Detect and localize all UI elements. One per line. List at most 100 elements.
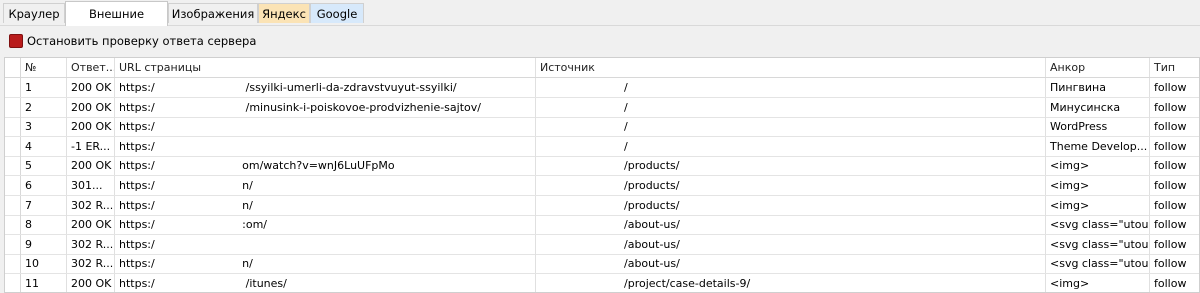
tab-images[interactable]: Изображения [168, 3, 258, 23]
cell-anchor: <img> [1046, 274, 1150, 292]
row-header[interactable] [5, 195, 21, 215]
header-url[interactable]: URL страницы [115, 58, 536, 77]
cell-anchor: Минусинска [1046, 97, 1150, 117]
cell-num: 8 [21, 215, 67, 235]
header-response[interactable]: Ответ... [67, 58, 115, 77]
table-row[interactable]: 10 302 R... https:/ n//about-us/<svg class… [5, 254, 1199, 275]
table-row[interactable]: 1 200 OK https:/ /ssyilki-umerli-da-zdravs… [5, 78, 1199, 98]
cell-source: /project/case-details-9/ [536, 274, 1046, 292]
table-row[interactable]: 11 200 OK https:/ /itunes//project/case-de… [5, 274, 1199, 292]
row-header-corner [5, 58, 21, 77]
cell-source: / [536, 78, 1046, 97]
tab-crawler[interactable]: Краулер [3, 3, 65, 23]
cell-source: /products/ [536, 156, 1046, 176]
cell-type: follow [1154, 198, 1187, 212]
external-links-table[interactable]: № Ответ... URL страницы Источник Анкор Т… [4, 57, 1200, 293]
stop-icon [9, 34, 23, 48]
cell-anchor: <img> [1046, 195, 1150, 215]
table-row[interactable]: 4 -1 ER... https:// Theme Develop... follow [5, 136, 1199, 157]
cell-anchor: <svg class="utou... [1046, 215, 1150, 235]
cell-type: follow [1154, 237, 1187, 251]
cell-response: 200 OK [67, 78, 115, 97]
cell-anchor: <img> [1046, 156, 1150, 176]
row-header[interactable] [5, 156, 21, 176]
row-header[interactable] [5, 254, 21, 274]
cell-source: /about-us/ [536, 215, 1046, 235]
stop-check-label: Остановить проверку ответа сервера [27, 34, 257, 48]
cell-type: follow [1154, 81, 1187, 94]
cell-source: /products/ [536, 176, 1046, 195]
row-header[interactable] [5, 215, 21, 235]
table-row[interactable]: 3 200 OK https:// WordPress follow [5, 117, 1199, 138]
cell-type: follow [1154, 100, 1187, 114]
cell-num: 2 [21, 97, 67, 117]
cell-num: 11 [21, 274, 67, 292]
tab-yandex[interactable]: Яндекс [258, 3, 310, 23]
cell-num: 9 [21, 234, 67, 254]
row-header[interactable] [5, 136, 21, 156]
cell-anchor: Пингвина [1046, 78, 1150, 97]
header-anchor[interactable]: Анкор [1046, 58, 1150, 77]
cell-source: /about-us/ [536, 234, 1046, 254]
table-row[interactable]: 7 302 R... https:/ n//products/<img> follow [5, 195, 1199, 216]
cell-url: https:/ om/watch?v=wnJ6LuUFpMo [115, 156, 536, 176]
cell-type: follow [1154, 159, 1187, 173]
cell-url: https:/ [115, 117, 536, 137]
cell-url: https:/ /ssyilki-umerli-da-zdravstvuyut-… [115, 78, 536, 97]
cell-url: https:/ /minusink-i-poiskovoe-prodvizhen… [115, 97, 536, 117]
header-type[interactable]: Тип [1150, 58, 1199, 77]
cell-type: follow [1154, 257, 1187, 271]
cell-type: follow [1154, 179, 1187, 192]
cell-anchor: <svg class="utou... [1046, 254, 1150, 274]
cell-response: 301... [67, 176, 115, 195]
cell-anchor: WordPress [1046, 117, 1150, 137]
table-row[interactable]: 2 200 OK https:/ /minusink-i-poiskovoe-pro… [5, 97, 1199, 118]
cell-num: 10 [21, 254, 67, 274]
table-row[interactable]: 6 301... https:/ n//products/<img> follow [5, 176, 1199, 196]
cell-source: /products/ [536, 195, 1046, 215]
row-header[interactable] [5, 78, 21, 97]
cell-source: / [536, 97, 1046, 117]
cell-source: / [536, 136, 1046, 156]
cell-num: 3 [21, 117, 67, 137]
cell-response: 200 OK [67, 117, 115, 137]
stop-check-button[interactable]: Остановить проверку ответа сервера [9, 32, 256, 50]
header-source[interactable]: Источник [536, 58, 1046, 77]
cell-anchor: Theme Develop... [1046, 136, 1150, 156]
cell-type: follow [1154, 218, 1187, 232]
cell-response: 302 R... [67, 234, 115, 254]
table-row[interactable]: 8 200 OK https:/ :om//about-us/<svg class=… [5, 215, 1199, 236]
cell-url: https:/ n/ [115, 176, 536, 195]
cell-url: https:/ [115, 136, 536, 156]
row-header[interactable] [5, 274, 21, 292]
header-num[interactable]: № [21, 58, 67, 77]
cell-type: follow [1154, 277, 1187, 290]
cell-url: https:/ n/ [115, 195, 536, 215]
cell-response: -1 ER... [67, 136, 115, 156]
cell-num: 4 [21, 136, 67, 156]
table-row[interactable]: 5 200 OK https:/ om/watch?v=wnJ6LuUFpMo/pr… [5, 156, 1199, 177]
cell-type: follow [1154, 120, 1187, 134]
row-header[interactable] [5, 97, 21, 117]
cell-anchor: <svg class="utou... [1046, 234, 1150, 254]
table-header: № Ответ... URL страницы Источник Анкор Т… [5, 58, 1199, 78]
row-header[interactable] [5, 117, 21, 137]
cell-url: https:/ :om/ [115, 215, 536, 235]
row-header[interactable] [5, 234, 21, 254]
tab-bar: Краулер Внешние ссылки Изображения Яндек… [0, 0, 1200, 45]
cell-num: 1 [21, 78, 67, 97]
cell-num: 7 [21, 195, 67, 215]
tab-google[interactable]: Google [310, 3, 364, 23]
table-row[interactable]: 9 302 R... https://about-us/<svg class="ut… [5, 234, 1199, 255]
cell-response: 200 OK [67, 274, 115, 292]
row-header[interactable] [5, 176, 21, 195]
cell-url: https:/ n/ [115, 254, 536, 274]
cell-num: 6 [21, 176, 67, 195]
tab-external-links[interactable]: Внешние ссылки [65, 1, 168, 45]
cell-num: 5 [21, 156, 67, 176]
cell-anchor: <img> [1046, 176, 1150, 195]
cell-url: https:/ [115, 234, 536, 254]
cell-response: 200 OK [67, 156, 115, 176]
cell-url: https:/ /itunes/ [115, 274, 536, 292]
cell-type: follow [1154, 139, 1187, 153]
